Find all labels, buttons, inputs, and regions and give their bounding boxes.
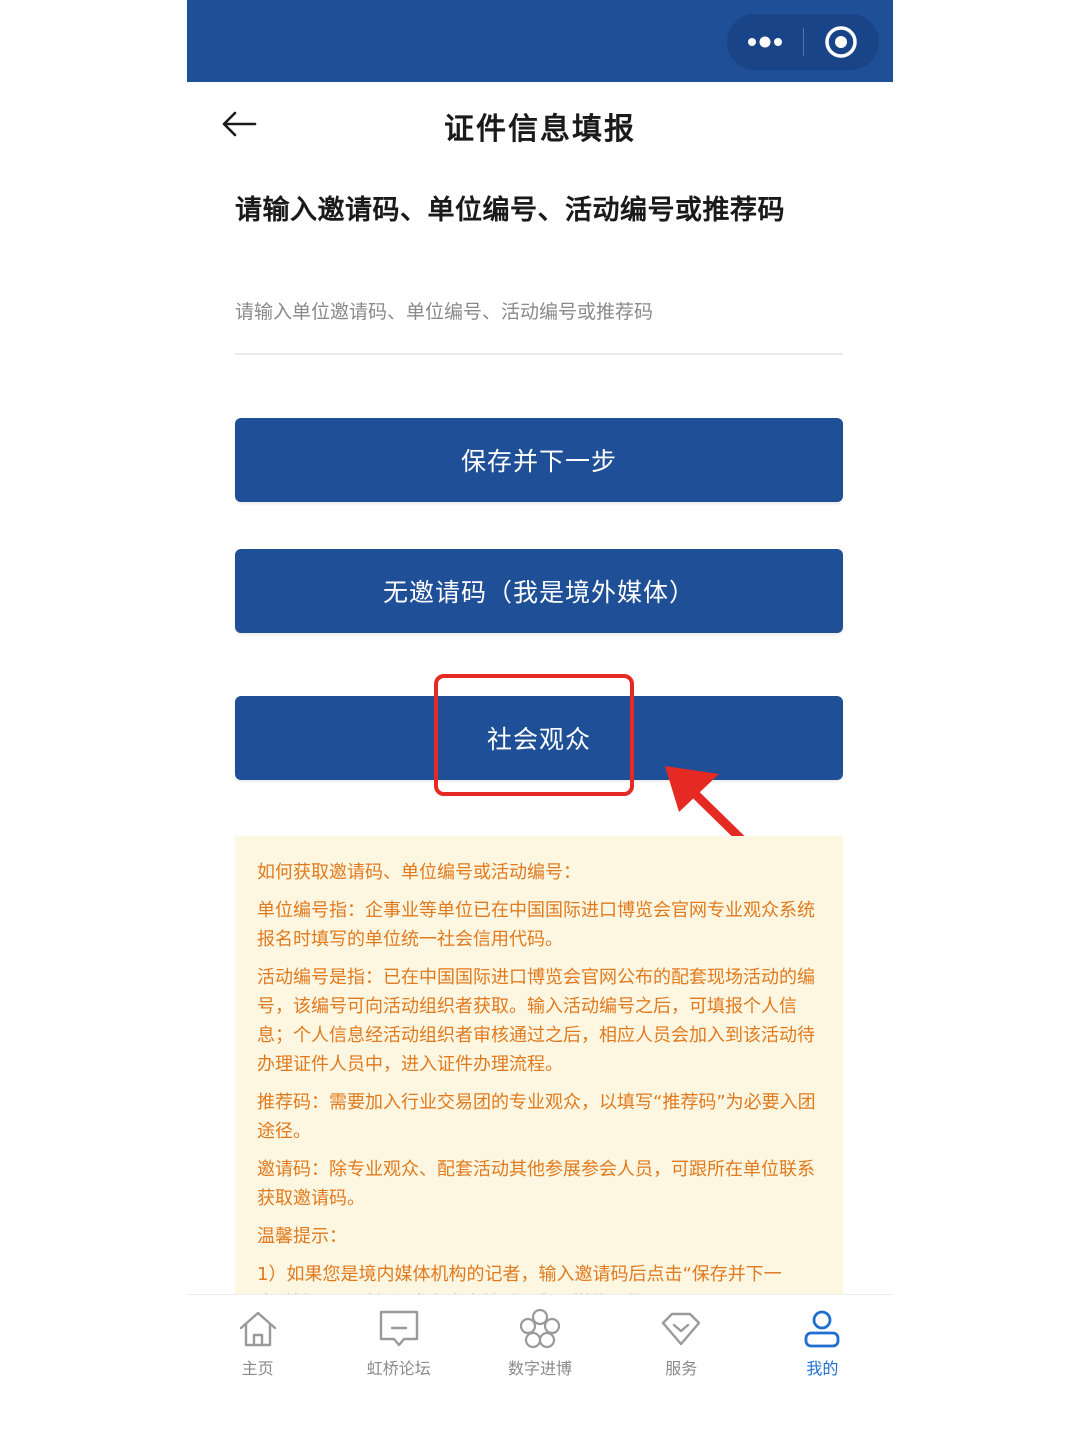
form-heading: 请输入邀请码、单位编号、活动编号或推荐码 <box>235 195 785 226</box>
notice-line: 如何获取邀请码、单位编号或活动编号： <box>257 862 581 883</box>
tab-home[interactable]: 主页 <box>187 1295 328 1400</box>
tab-hongqiao-forum[interactable]: 虹桥论坛 <box>328 1295 469 1400</box>
bottom-tab-bar: 主页 虹桥论坛 数字进博 服务 我的 <box>187 1294 893 1400</box>
notice-panel: 如何获取邀请码、单位编号或活动编号： 单位编号指：企事业等单位已在中国国际进口博… <box>235 836 843 1296</box>
more-menu-button[interactable] <box>727 14 803 70</box>
home-icon <box>239 1311 276 1347</box>
tab-label: 虹桥论坛 <box>366 1359 431 1378</box>
input-underline <box>235 353 843 355</box>
page-title: 证件信息填报 <box>444 112 636 147</box>
tab-digital-expo[interactable]: 数字进博 <box>469 1295 610 1400</box>
tab-label: 主页 <box>241 1359 274 1378</box>
forum-icon <box>379 1310 418 1347</box>
tab-label: 数字进博 <box>508 1359 573 1378</box>
mini-program-capsule <box>727 14 879 70</box>
notice-line: 邀请码：除专业观众、配套活动其他参展参会人员，可跟所在单位联系获取邀请码。 <box>257 1159 815 1209</box>
save-next-button[interactable]: 保存并下一步 <box>235 418 843 502</box>
status-top-bar <box>187 0 893 82</box>
user-icon <box>805 1310 840 1348</box>
tab-mine[interactable]: 我的 <box>752 1295 893 1400</box>
notice-line: 单位编号指：企事业等单位已在中国国际进口博览会官网专业观众系统报名时填写的单位统… <box>257 900 815 950</box>
notice-line: 1）如果您是境内媒体机构的记者，输入邀请码后点击“保存并下一步”按钮，通过新闻发… <box>257 1264 782 1296</box>
notice-line: 温馨提示： <box>257 1226 347 1247</box>
tab-label: 服务 <box>665 1359 698 1378</box>
invite-code-input[interactable] <box>235 272 843 352</box>
tab-label: 我的 <box>806 1359 839 1378</box>
no-invite-code-button[interactable]: 无邀请码（我是境外媒体） <box>235 549 843 633</box>
annotation-highlight-box <box>434 674 634 796</box>
service-icon <box>662 1312 701 1346</box>
navigation-bar: 证件信息填报 <box>187 82 893 168</box>
target-circle-icon <box>825 26 857 58</box>
phone-screen: 证件信息填报 请输入邀请码、单位编号、活动编号或推荐码 保存并下一步 无邀请码（… <box>187 0 893 1400</box>
tab-service[interactable]: 服务 <box>611 1295 752 1400</box>
notice-line: 活动编号是指：已在中国国际进口博览会官网公布的配套现场活动的编号，该编号可向活动… <box>257 967 815 1075</box>
notice-line: 推荐码：需要加入行业交易团的专业观众，以填写“推荐码”为必要入团途径。 <box>257 1092 816 1142</box>
close-mini-program-button[interactable] <box>804 14 880 70</box>
more-dots-icon <box>747 36 782 48</box>
digital-expo-icon <box>519 1308 561 1349</box>
